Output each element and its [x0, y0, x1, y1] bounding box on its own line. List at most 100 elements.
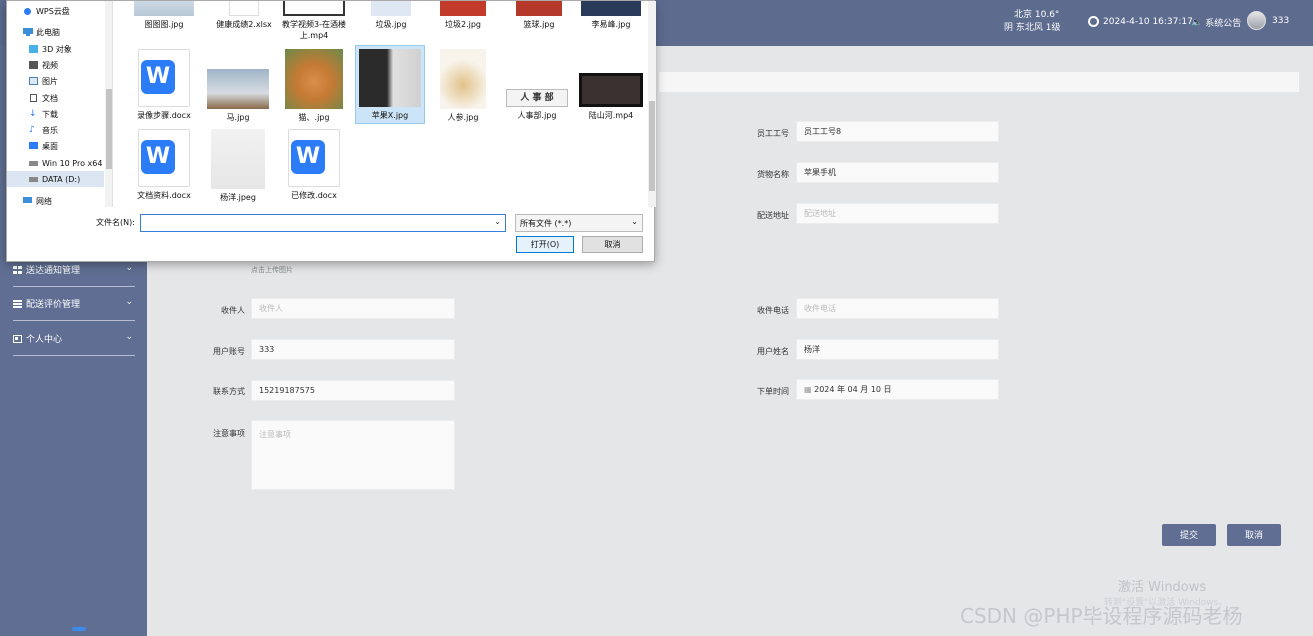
nav-scrollbar[interactable] [105, 1, 112, 207]
file-item[interactable]: 马.jpg [204, 49, 272, 123]
file-item[interactable]: W 文档资料.docx [130, 129, 198, 201]
file-name: 人事部.jpg [517, 111, 557, 120]
activate-windows-watermark: 激活 Windows [1118, 580, 1207, 595]
nav-item-pictures[interactable]: 图片 [29, 73, 58, 89]
nav-item-this-pc[interactable]: 此电脑 [23, 24, 60, 40]
file-grid: 图图图.jpg 健康成绩2.xlsx 教学视频3-在酒楼上.mp4 垃圾.jpg… [115, 1, 648, 207]
sidebar-item-delivery-review[interactable]: 配送评价管理 ⌄ [13, 287, 135, 321]
image-thumbnail [516, 1, 562, 16]
nav-item-downloads[interactable]: ↓ 下载 [29, 106, 58, 122]
speaker-icon: 🔈 [1191, 17, 1203, 28]
file-item-selected[interactable]: 苹果X.jpg [355, 45, 425, 124]
file-item[interactable]: 猫、.jpg [280, 49, 348, 123]
nav-item-label: 桌面 [42, 141, 58, 151]
notes-label: 注意事项 [213, 429, 245, 438]
notes-textarea[interactable]: 注意事项 [251, 420, 455, 490]
nav-item-drive-d[interactable]: DATA (D:) [7, 171, 104, 187]
filename-input[interactable]: ⌄ [140, 214, 506, 232]
nav-item-music[interactable]: ♪ 音乐 [29, 122, 58, 138]
grid-icon [13, 265, 22, 274]
file-type-select[interactable]: 所有文件 (*.*) ⌄ [515, 214, 643, 232]
system-notice-link[interactable]: 🔈 系统公告 [1191, 16, 1241, 30]
file-item[interactable]: W 已修改.docx [280, 129, 348, 201]
nav-item-label: 下载 [42, 109, 58, 119]
sidebar-item-label: 配送评价管理 [26, 300, 81, 310]
file-item[interactable]: W 录像步骤.docx [130, 49, 198, 121]
file-item[interactable]: 杨洋.jpeg [204, 129, 272, 203]
goods-name-field[interactable]: 苹果手机 [796, 162, 999, 183]
navigation-pane: WPS云盘 此电脑 3D 对象 视频 图片 文档 ↓ 下载 ♪ 音乐 桌面 Wi… [7, 1, 113, 207]
submit-button[interactable]: 提交 [1162, 524, 1216, 546]
file-item[interactable]: 图图图.jpg [130, 1, 198, 30]
weather-desc: 阴 东北风 1级 [1004, 23, 1061, 33]
recipient-phone-label: 收件电话 [757, 306, 789, 315]
video-thumbnail [283, 1, 345, 16]
dialog-cancel-button[interactable]: 取消 [582, 236, 643, 253]
file-type-value: 所有文件 (*.*) [520, 219, 572, 228]
contact-field[interactable]: 15219187575 [251, 380, 455, 401]
file-name: 垃圾.jpg [375, 20, 407, 29]
network-icon [23, 197, 32, 205]
open-button[interactable]: 打开(O) [516, 236, 574, 253]
nav-item-documents[interactable]: 文档 [29, 90, 58, 106]
nav-scroll-thumb[interactable] [106, 89, 112, 169]
list-icon [13, 299, 22, 308]
wps-doc-thumbnail: W [130, 49, 198, 107]
file-item[interactable]: 人 事 部 人事部.jpg [503, 49, 571, 121]
recipient-phone-field[interactable]: 收件电话 [796, 298, 999, 319]
weather-city: 北京 [1014, 10, 1033, 20]
nav-item-drive-c[interactable]: Win 10 Pro x64 [29, 155, 102, 171]
employee-id-field[interactable]: 员工工号8 [796, 121, 999, 142]
video-icon [29, 61, 38, 69]
file-name: 马.jpg [226, 113, 250, 122]
spreadsheet-thumbnail [229, 1, 259, 16]
nav-item-label: Win 10 Pro x64 [42, 158, 103, 168]
file-name: 篮球.jpg [523, 20, 555, 29]
account-field[interactable]: 333 [251, 339, 455, 360]
file-item[interactable]: 垃圾2.jpg [429, 1, 497, 30]
file-open-dialog: WPS云盘 此电脑 3D 对象 视频 图片 文档 ↓ 下载 ♪ 音乐 桌面 Wi… [6, 0, 656, 262]
nav-item-3d-objects[interactable]: 3D 对象 [29, 41, 72, 57]
recipient-field[interactable]: 收件人 [251, 298, 455, 319]
order-time-label: 下单时间 [757, 387, 789, 396]
upload-hint[interactable]: 点击上传图片 [251, 265, 293, 275]
user-menu[interactable]: 333 [1247, 11, 1289, 30]
file-name: 教学视频3-在酒楼上.mp4 [282, 20, 346, 40]
file-item[interactable]: 垃圾.jpg [357, 1, 425, 30]
order-time-value: 2024 年 04 月 10 日 [814, 385, 892, 394]
user-name-field[interactable]: 杨洋 [796, 339, 999, 360]
weather-temp: 10.6° [1034, 10, 1060, 20]
music-icon: ♪ [29, 125, 35, 135]
header-strip [659, 72, 1299, 92]
nav-item-videos[interactable]: 视频 [29, 57, 58, 73]
sidebar-item-personal-center[interactable]: 个人中心 ⌄ [13, 322, 135, 356]
file-item[interactable]: 陆山河.mp4 [577, 49, 645, 121]
desktop-icon [29, 142, 38, 150]
wps-doc-thumbnail: W [280, 129, 348, 187]
file-scrollbar[interactable] [648, 1, 656, 207]
image-thumbnail [207, 69, 269, 109]
file-name: 已修改.docx [291, 191, 337, 200]
image-thumbnail [440, 49, 486, 109]
file-item[interactable]: 李易峰.jpg [577, 1, 645, 30]
file-item[interactable]: 人参.jpg [429, 49, 497, 123]
nav-item-network[interactable]: 网络 [23, 193, 52, 207]
delivery-address-field[interactable]: 配送地址 [796, 203, 999, 224]
file-scroll-thumb[interactable] [649, 101, 655, 191]
chevron-down-icon[interactable]: ⌄ [494, 217, 501, 226]
cancel-button[interactable]: 取消 [1227, 524, 1281, 546]
file-item[interactable]: 健康成绩2.xlsx [210, 1, 278, 30]
nav-item-wps-cloud[interactable]: WPS云盘 [23, 3, 70, 19]
sidebar-scrollbar[interactable] [72, 627, 86, 631]
download-icon: ↓ [29, 109, 37, 119]
wps-icon: W [141, 60, 175, 94]
recipient-label: 收件人 [221, 306, 245, 315]
file-item[interactable]: 教学视频3-在酒楼上.mp4 [280, 1, 348, 41]
file-name: 垃圾2.jpg [444, 20, 481, 29]
avatar [1247, 11, 1266, 30]
file-name: 苹果X.jpg [371, 111, 409, 120]
cube-icon [29, 45, 38, 53]
file-item[interactable]: 篮球.jpg [505, 1, 573, 30]
order-time-field[interactable]: ▦ 2024 年 04 月 10 日 [796, 379, 999, 400]
nav-item-desktop[interactable]: 桌面 [29, 138, 58, 154]
